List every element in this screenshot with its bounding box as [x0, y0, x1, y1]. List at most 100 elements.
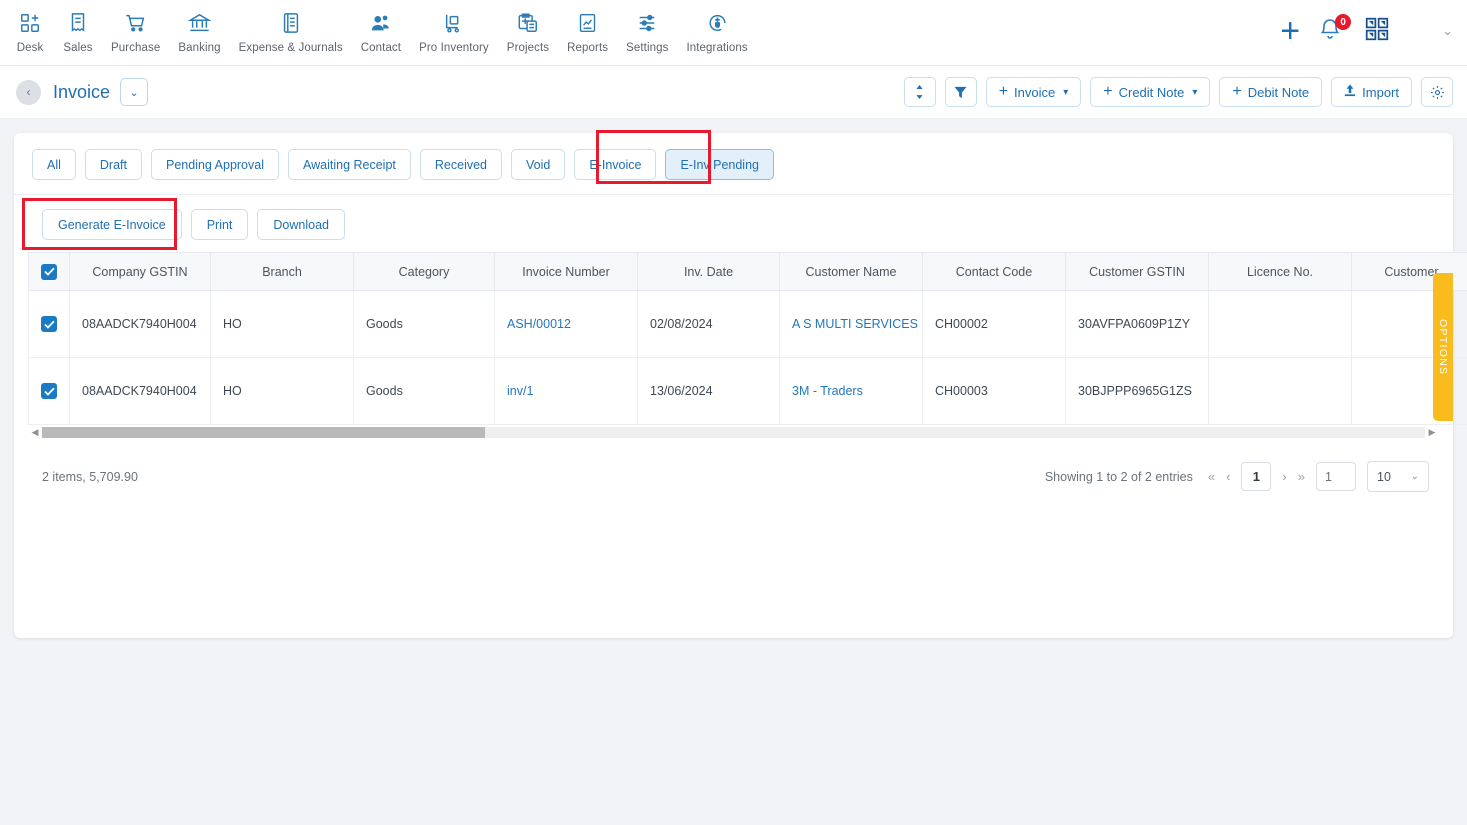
scrollbar-track[interactable] — [42, 426, 1425, 438]
select-all-header — [28, 252, 70, 291]
status-tab-bar: All Draft Pending Approval Awaiting Rece… — [14, 130, 1453, 195]
scrollbar-thumb[interactable] — [42, 426, 485, 438]
apps-grid-icon[interactable] — [1364, 16, 1390, 47]
page-size-value: 10 — [1377, 469, 1391, 484]
nav-item-purchase[interactable]: Purchase — [102, 8, 169, 54]
customer-name-link[interactable]: A S MULTI SERVICES — [792, 317, 918, 331]
nav-label: Expense & Journals — [238, 42, 343, 54]
col-invoice-number[interactable]: Invoice Number — [494, 252, 638, 291]
col-licence-no[interactable]: Licence No. — [1208, 252, 1352, 291]
nav-label: Settings — [626, 42, 669, 54]
sales-icon — [67, 10, 89, 36]
nav-item-desk[interactable]: Desk — [6, 8, 54, 54]
cell-customer-name: A S MULTI SERVICES — [779, 290, 923, 358]
first-page-button[interactable]: « — [1208, 469, 1215, 484]
col-inv-date[interactable]: Inv. Date — [637, 252, 780, 291]
items-total-label: 2 items, 5,709.90 — [42, 469, 138, 484]
row-select-cell — [28, 290, 70, 358]
settings-sliders-icon — [636, 10, 658, 36]
previous-page-button[interactable]: ‹ — [1226, 469, 1230, 484]
showing-entries-label: Showing 1 to 2 of 2 entries — [1044, 469, 1193, 484]
nav-label: Purchase — [111, 42, 161, 54]
new-invoice-button[interactable]: + Invoice ▾ — [985, 77, 1082, 107]
row-select-cell — [28, 357, 70, 425]
cell-invoice-number: inv/1 — [494, 357, 638, 425]
page-title: Invoice — [53, 81, 111, 102]
table-horizontal-scrollbar[interactable]: ◀ ▶ — [28, 425, 1439, 439]
title-dropdown-caret-icon[interactable]: ⌄ — [120, 78, 149, 106]
nav-label: Projects — [506, 42, 550, 54]
last-page-button[interactable]: » — [1298, 469, 1305, 484]
nav-item-reports[interactable]: Reports — [558, 8, 617, 54]
nav-item-settings[interactable]: Settings — [617, 8, 677, 54]
nav-item-expense-journals[interactable]: Expense & Journals — [230, 8, 352, 54]
row-checkbox[interactable] — [41, 316, 57, 332]
download-button[interactable]: Download — [257, 209, 345, 240]
scroll-left-arrow-icon[interactable]: ◀ — [28, 427, 42, 438]
notification-count-badge: 0 — [1335, 14, 1352, 30]
options-side-tab[interactable]: OPTIONS — [1433, 273, 1453, 421]
tab-e-inv-pending[interactable]: E-Inv Pending — [665, 149, 774, 180]
back-button[interactable]: ‹ — [16, 79, 41, 105]
current-page-button[interactable]: 1 — [1241, 462, 1272, 491]
generate-e-invoice-button[interactable]: Generate E-Invoice — [42, 209, 182, 240]
nav-label: Reports — [567, 42, 609, 54]
tab-draft[interactable]: Draft — [84, 149, 142, 180]
table-row[interactable]: 08AADCK7940H004 HO Goods ASH/00012 02/08… — [28, 290, 1467, 358]
col-customer-gstin[interactable]: Customer GSTIN — [1065, 252, 1209, 291]
next-page-button[interactable]: › — [1282, 469, 1286, 484]
invoice-number-link[interactable]: inv/1 — [507, 384, 533, 398]
invoice-list-card: All Draft Pending Approval Awaiting Rece… — [14, 130, 1467, 638]
sort-button[interactable] — [903, 77, 936, 107]
select-all-checkbox[interactable] — [41, 263, 57, 280]
col-customer-name[interactable]: Customer Name — [779, 252, 923, 291]
tab-awaiting-receipt[interactable]: Awaiting Receipt — [288, 149, 411, 180]
nav-label: Integrations — [686, 42, 748, 54]
page-size-select[interactable]: 10 ⌄ — [1367, 461, 1429, 492]
cell-licence-no — [1208, 290, 1352, 358]
tab-e-invoice[interactable]: E-Invoice — [574, 149, 657, 180]
tab-all[interactable]: All — [32, 149, 76, 180]
new-credit-note-button[interactable]: + Credit Note ▾ — [1090, 77, 1211, 107]
filter-button[interactable] — [944, 77, 977, 107]
cell-inv-date: 13/06/2024 — [637, 357, 780, 425]
table-header-row: Company GSTIN Branch Category Invoice Nu… — [28, 252, 1467, 291]
col-category[interactable]: Category — [353, 252, 495, 291]
plus-icon: + — [1103, 83, 1113, 100]
col-contact-code[interactable]: Contact Code — [922, 252, 1066, 291]
plus-icon: + — [1232, 83, 1242, 100]
page-jump-input[interactable] — [1316, 462, 1356, 491]
col-company-gstin[interactable]: Company GSTIN — [69, 252, 211, 291]
scroll-right-arrow-icon[interactable]: ▶ — [1425, 427, 1439, 438]
contact-people-icon — [369, 10, 392, 36]
cell-customer-name: 3M - Traders — [779, 357, 923, 425]
print-button[interactable]: Print — [190, 209, 249, 240]
plus-icon: + — [998, 83, 1009, 100]
tab-pending-approval[interactable]: Pending Approval — [151, 149, 279, 180]
chevron-down-icon: ⌄ — [1410, 471, 1419, 482]
invoice-number-link[interactable]: ASH/00012 — [507, 317, 571, 331]
nav-item-sales[interactable]: Sales — [54, 8, 102, 54]
inventory-trolley-icon — [443, 10, 465, 36]
tab-void[interactable]: Void — [511, 149, 566, 180]
quick-add-button[interactable]: + — [1280, 14, 1300, 48]
table-settings-button[interactable] — [1421, 77, 1453, 107]
user-menu-caret-icon[interactable]: ⌄ — [1442, 23, 1453, 39]
notifications-button[interactable]: 0 — [1318, 14, 1352, 46]
bank-icon — [188, 10, 212, 36]
nav-item-integrations[interactable]: Integrations — [677, 8, 756, 54]
tab-received[interactable]: Received — [419, 149, 503, 180]
nav-item-banking[interactable]: Banking — [169, 8, 229, 54]
import-button[interactable]: Import — [1331, 77, 1412, 107]
new-debit-note-button[interactable]: + Debit Note — [1219, 77, 1323, 107]
customer-name-link[interactable]: 3M - Traders — [792, 384, 863, 398]
nav-item-pro-inventory[interactable]: Pro Inventory — [410, 8, 498, 54]
table-row[interactable]: 08AADCK7940H004 HO Goods inv/1 13/06/202… — [28, 357, 1467, 425]
nav-item-contact[interactable]: Contact — [352, 8, 410, 54]
invoice-table: Company GSTIN Branch Category Invoice Nu… — [28, 252, 1467, 425]
row-checkbox[interactable] — [41, 383, 57, 399]
nav-item-projects[interactable]: Projects — [498, 8, 558, 54]
col-branch[interactable]: Branch — [210, 252, 354, 291]
cell-category: Goods — [353, 290, 495, 358]
table-head: Company GSTIN Branch Category Invoice Nu… — [28, 252, 1467, 291]
